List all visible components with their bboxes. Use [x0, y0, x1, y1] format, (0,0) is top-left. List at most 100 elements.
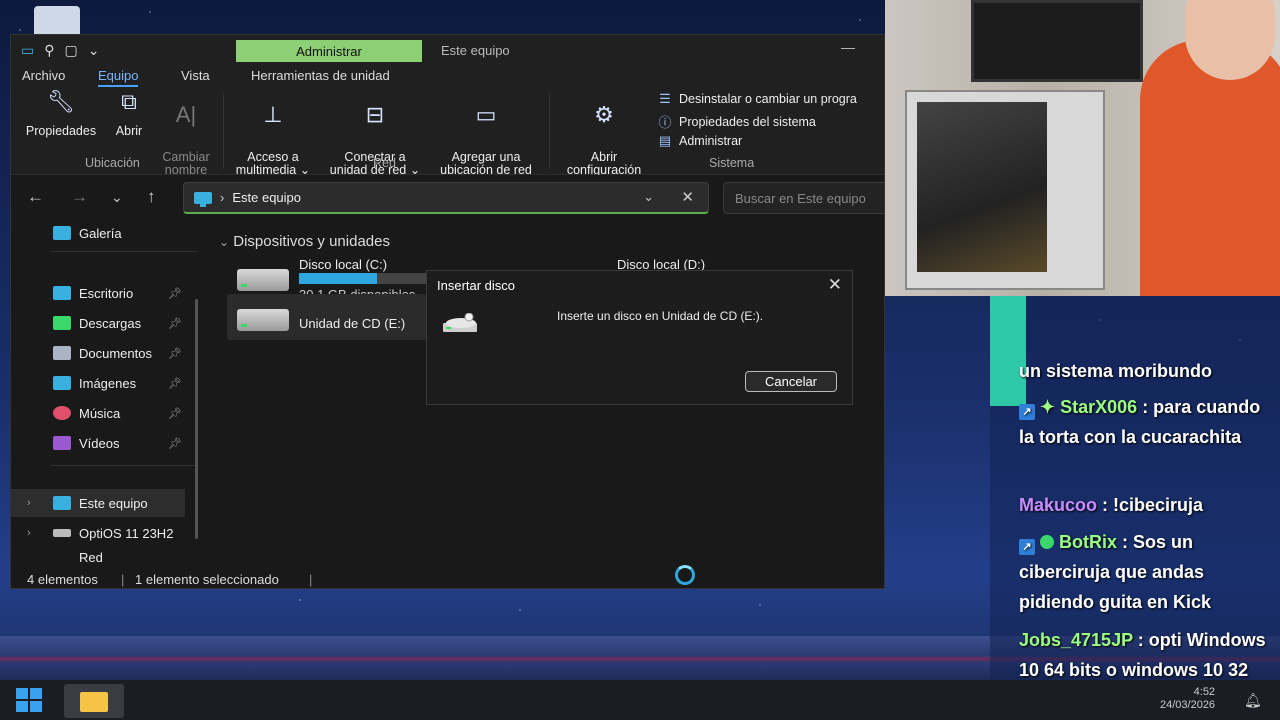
properties-icon[interactable]: ⚲: [44, 42, 54, 59]
clock-date: 24/03/2026: [1160, 699, 1216, 711]
sidebar-item-documentos[interactable]: Documentos 📌︎: [11, 339, 185, 367]
uninstall-program-button[interactable]: ☰ Desinstalar o cambiar un progra: [657, 91, 857, 107]
this-pc-icon: [194, 191, 212, 207]
sidebar-item-descargas[interactable]: Descargas 📌︎: [11, 309, 185, 337]
context-tab[interactable]: Administrar: [236, 40, 422, 62]
chat-text: : para cuando la torta con la cucarachit…: [1019, 397, 1261, 447]
up-arrow-icon[interactable]: ↑: [147, 187, 156, 207]
close-icon[interactable]: ✕: [828, 275, 842, 295]
media-access-button[interactable]: ⊥ Acceso a multimedia ⌄: [231, 95, 315, 177]
sidebar-label: Escritorio: [79, 285, 134, 301]
computer-icon: ▭: [21, 42, 35, 58]
sidebar-label: Red: [79, 549, 103, 565]
computer-manage-icon: ▤: [658, 133, 672, 148]
sidebar-item-videos[interactable]: Vídeos 📌︎: [11, 429, 185, 457]
sidebar-item-musica[interactable]: Música 📌︎: [11, 399, 185, 427]
open-label: Abrir: [115, 124, 143, 138]
sidebar-label: Galería: [79, 225, 122, 241]
clock[interactable]: 4:52 24/03/2026: [1160, 686, 1215, 712]
recycle-bin-icon[interactable]: [34, 6, 80, 36]
chevron-down-icon[interactable]: ⌄: [88, 42, 100, 59]
address-dropdown-icon[interactable]: ⌄: [643, 189, 654, 205]
media-access-label: Acceso a multimedia ⌄: [235, 150, 311, 177]
menu-vista[interactable]: Vista: [181, 68, 210, 83]
minimize-button[interactable]: —: [841, 39, 855, 55]
media-server-icon: ⊥: [263, 102, 283, 127]
ribbon: 🔧︎ Propiedades ⧉ Abrir A| Cambiar nombre…: [11, 87, 884, 177]
chat-message: ↗ ✦ StarX006 : para cuando la torta con …: [1019, 392, 1269, 452]
program-list-icon: ☰: [659, 91, 671, 106]
open-settings-button[interactable]: ⚙ Abrir configuración: [557, 95, 651, 177]
rename-button[interactable]: A| Cambiar nombre: [157, 95, 215, 177]
dialog-title: Insertar disco: [437, 278, 516, 293]
chat-accent: [990, 296, 1026, 406]
pictures-icon: [53, 376, 71, 390]
add-network-location-button[interactable]: ▭ Agregar una ubicación de red: [431, 95, 541, 177]
section-header[interactable]: ⌄ Dispositivos y unidades: [219, 233, 390, 250]
status-separator: |: [121, 572, 125, 587]
cancel-button[interactable]: Cancelar: [745, 371, 837, 392]
manage-button[interactable]: ▤ Administrar: [657, 133, 742, 149]
sidebar-scrollbar[interactable]: [195, 299, 198, 539]
sidebar-label: Vídeos: [79, 435, 120, 451]
properties-button[interactable]: 🔧︎ Propiedades: [21, 91, 101, 138]
navigation-pane: Galería Escritorio 📌︎ Descargas 📌︎ Docum…: [11, 219, 198, 574]
drive-c-usage-bar: [299, 273, 429, 284]
rename-icon: A|: [175, 102, 197, 127]
back-arrow-icon[interactable]: ←: [27, 187, 44, 207]
windows-start-icon[interactable]: [16, 688, 42, 712]
taskbar-file-explorer[interactable]: [64, 684, 124, 718]
sidebar-item-imagenes[interactable]: Imágenes 📌︎: [11, 369, 185, 397]
status-bar: 4 elementos | 1 elemento seleccionado | …: [11, 570, 884, 588]
info-icon: ⓘ: [658, 115, 672, 130]
recent-chevron-icon[interactable]: ⌄: [111, 189, 123, 206]
new-folder-icon[interactable]: ▢: [65, 42, 78, 59]
navigation-bar: ← → ⌄ ↑ › Este equipo ⌄ ✕ Buscar en Este…: [11, 175, 884, 219]
hard-drive-icon: [237, 269, 289, 291]
expand-chevron-icon[interactable]: ›: [27, 527, 31, 539]
gear-icon: ⚙: [594, 102, 614, 127]
chat-message: Makucoo : !cibeciruja: [1019, 490, 1269, 520]
chat-username: Jobs_4715JP: [1019, 630, 1133, 650]
menu-equipo[interactable]: Equipo: [98, 68, 139, 87]
search-input[interactable]: Buscar en Este equipo: [723, 182, 884, 214]
chat-username: StarX006: [1060, 397, 1138, 417]
sidebar-item-red[interactable]: Red: [11, 549, 185, 565]
system-properties-label: Propiedades del sistema: [679, 114, 816, 129]
menu-archivo[interactable]: Archivo: [22, 68, 65, 83]
streamer-image: [1140, 40, 1280, 296]
sidebar-item-escritorio[interactable]: Escritorio 📌︎: [11, 279, 185, 307]
sidebar-item-galeria[interactable]: Galería: [11, 219, 185, 247]
drive-c-name[interactable]: Disco local (C:): [299, 257, 387, 272]
manage-label: Administrar: [679, 134, 743, 148]
clear-address-icon[interactable]: ✕: [681, 188, 694, 206]
dialog-message: Inserte un disco en Unidad de CD (E:).: [557, 309, 764, 323]
sidebar-item-optios[interactable]: › OptiOS 11 23H2: [11, 519, 185, 547]
title-bar: ▭ ⚲ ▢ ⌄ Administrar Este equipo —: [11, 35, 884, 65]
chat-message: ↗ BotRix : Sos un ciberciruja que andas …: [1019, 527, 1269, 617]
sidebar-label: Música: [79, 405, 121, 421]
chat-message: un sistema moribundo: [1019, 356, 1269, 386]
properties-label: Propiedades: [25, 124, 97, 138]
expand-chevron-icon[interactable]: ›: [27, 497, 31, 509]
system-properties-button[interactable]: ⓘ Propiedades del sistema: [657, 112, 816, 131]
address-bar[interactable]: › Este equipo ⌄ ✕: [183, 182, 709, 214]
sidebar-divider: [51, 251, 197, 252]
verified-icon: [1040, 535, 1055, 549]
sidebar-item-este-equipo[interactable]: › Este equipo: [11, 489, 185, 517]
breadcrumb-chevron-icon: ›: [220, 190, 225, 205]
clock-time: 4:52: [1193, 686, 1216, 698]
open-button[interactable]: ⧉ Abrir: [107, 91, 151, 138]
gallery-icon: [53, 226, 71, 240]
drive-e-name[interactable]: Unidad de CD (E:): [299, 316, 405, 331]
pin-icon: 📌︎: [168, 317, 182, 330]
desktop-icon: [53, 286, 71, 300]
webcam-overlay: [885, 0, 1280, 296]
forward-arrow-icon[interactable]: →: [71, 187, 88, 207]
notification-bell-icon[interactable]: 🔔︎: [1244, 692, 1262, 709]
network-location-icon: ▭: [475, 102, 497, 127]
sparkle-icon: ✦: [1040, 397, 1056, 417]
menu-herramientas[interactable]: Herramientas de unidad: [251, 68, 390, 83]
drive-icon: [53, 529, 71, 537]
taskbar: 4:52 24/03/2026 🔔︎: [0, 680, 1280, 720]
